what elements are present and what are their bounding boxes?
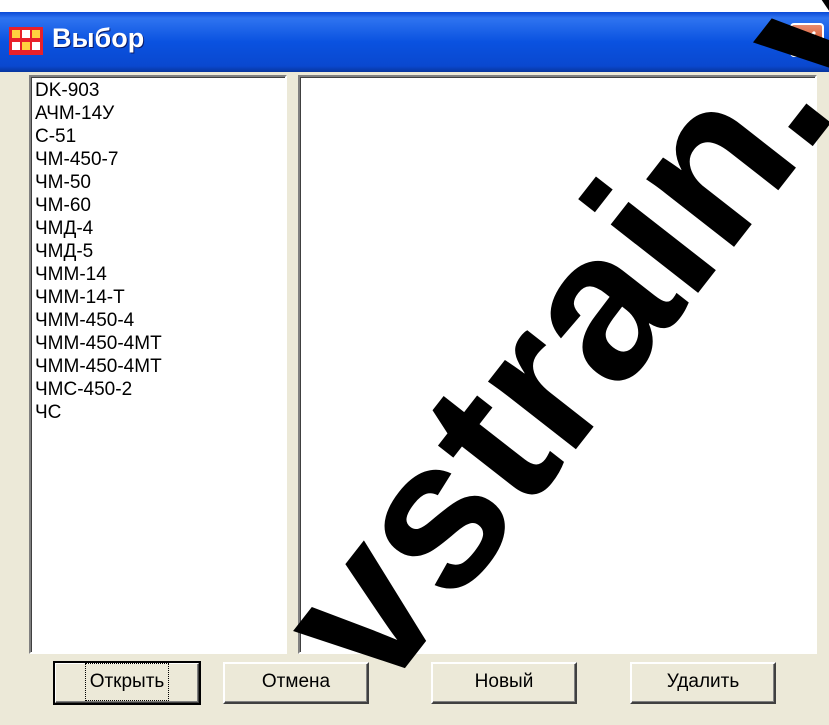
list-item[interactable]: ЧС (35, 401, 285, 424)
new-button[interactable]: Новый (431, 662, 577, 704)
list-item[interactable]: АЧМ-14У (35, 102, 285, 125)
cancel-button[interactable]: Отмена (223, 662, 369, 704)
list-item[interactable]: ЧМД-5 (35, 240, 285, 263)
list-item[interactable]: ЧММ-450-4МТ (35, 355, 285, 378)
delete-button-label: Удалить (666, 671, 740, 692)
new-button-label: Новый (474, 671, 534, 692)
selection-dialog: Выбор DK-903 АЧМ-14У С-51 ЧМ-450-7 ЧМ-50… (0, 12, 829, 725)
window-title: Выбор (52, 23, 145, 53)
details-panel[interactable] (298, 75, 817, 654)
list-item[interactable]: ЧМД-4 (35, 217, 285, 240)
list-item[interactable]: DK-903 (35, 79, 285, 102)
delete-button[interactable]: Удалить (630, 662, 776, 704)
close-icon (798, 31, 816, 49)
list-item[interactable]: ЧММ-450-4МТ (35, 332, 285, 355)
list-item[interactable]: ЧМ-450-7 (35, 148, 285, 171)
cancel-button-label: Отмена (261, 671, 331, 692)
close-button[interactable] (790, 23, 824, 57)
list-item[interactable]: ЧММ-450-4 (35, 309, 285, 332)
list-item[interactable]: ЧМ-60 (35, 194, 285, 217)
list-item[interactable]: ЧММ-14 (35, 263, 285, 286)
list-item[interactable]: ЧМС-450-2 (35, 378, 285, 401)
open-button-label: Открыть (84, 663, 170, 701)
items-list: DK-903 АЧМ-14У С-51 ЧМ-450-7 ЧМ-50 ЧМ-60… (31, 77, 285, 424)
app-icon (9, 27, 43, 55)
title-bar[interactable]: Выбор (0, 12, 829, 72)
items-listbox[interactable]: DK-903 АЧМ-14У С-51 ЧМ-450-7 ЧМ-50 ЧМ-60… (29, 75, 287, 654)
list-item[interactable]: ЧМ-50 (35, 171, 285, 194)
open-button[interactable]: Открыть (53, 661, 201, 705)
list-item[interactable]: С-51 (35, 125, 285, 148)
list-item[interactable]: ЧММ-14-Т (35, 286, 285, 309)
